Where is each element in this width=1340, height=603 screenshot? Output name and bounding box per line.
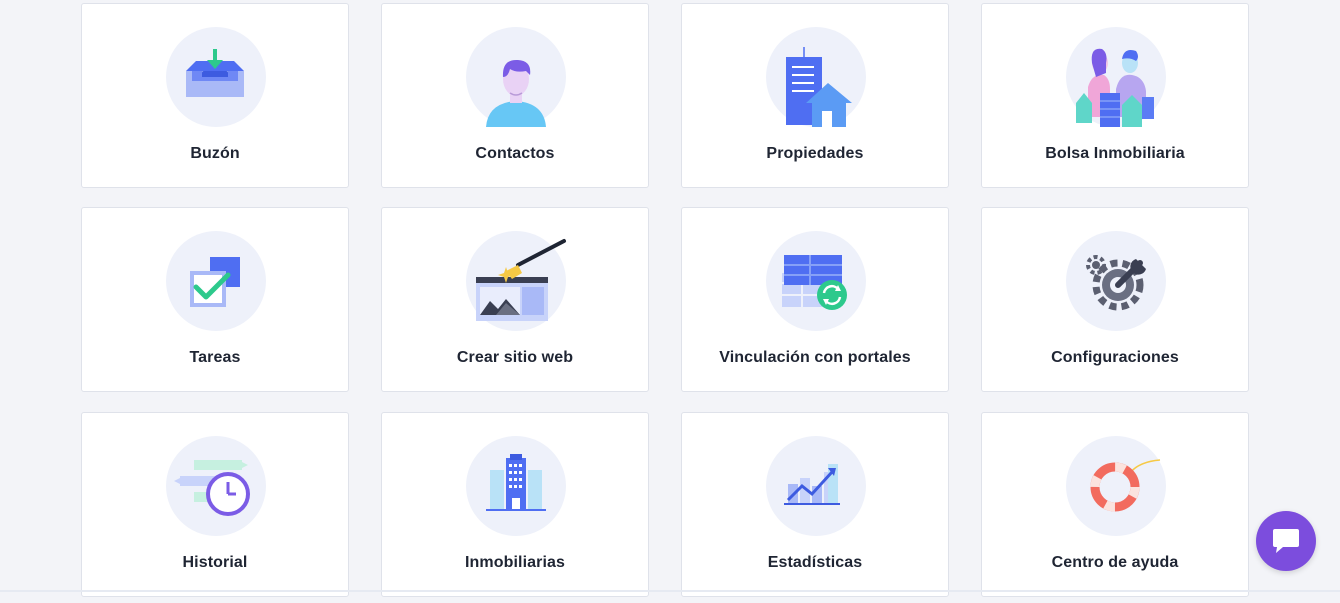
card-propiedades[interactable]: Propiedades <box>681 3 949 188</box>
modules-grid: Buzón Contactos Propiedades Bolsa Inmobi… <box>81 3 1251 603</box>
card-configuraciones[interactable]: Configuraciones <box>981 207 1249 392</box>
chat-button[interactable] <box>1256 511 1316 571</box>
card-label: Bolsa Inmobiliaria <box>1045 145 1185 162</box>
card-tareas[interactable]: Tareas <box>81 207 349 392</box>
contact-person-icon <box>466 27 566 127</box>
card-label: Centro de ayuda <box>1051 554 1179 571</box>
card-vinculacion-portales[interactable]: Vinculación con portales <box>681 207 949 392</box>
card-label: Propiedades <box>766 145 864 162</box>
card-label: Tareas <box>189 349 241 366</box>
card-contactos[interactable]: Contactos <box>381 3 649 188</box>
card-crear-sitio-web[interactable]: Crear sitio web <box>381 207 649 392</box>
card-label: Vinculación con portales <box>719 349 911 366</box>
chat-bubble-icon <box>1273 529 1299 553</box>
card-historial[interactable]: Historial <box>81 412 349 597</box>
card-estadisticas[interactable]: Estadísticas <box>681 412 949 597</box>
portals-sync-icon <box>766 231 866 331</box>
website-builder-icon <box>466 231 566 331</box>
real-estate-pool-icon <box>1066 27 1166 127</box>
card-label: Buzón <box>190 145 240 162</box>
card-label: Historial <box>182 554 248 571</box>
card-inmobiliarias[interactable]: Inmobiliarias <box>381 412 649 597</box>
card-centro-ayuda[interactable]: Centro de ayuda <box>981 412 1249 597</box>
card-bolsa-inmobiliaria[interactable]: Bolsa Inmobiliaria <box>981 3 1249 188</box>
card-label: Configuraciones <box>1051 349 1179 366</box>
agencies-building-icon <box>466 436 566 536</box>
help-lifebuoy-icon <box>1066 436 1166 536</box>
card-label: Estadísticas <box>767 554 863 571</box>
settings-gear-icon <box>1066 231 1166 331</box>
inbox-icon <box>166 27 266 127</box>
card-buzon[interactable]: Buzón <box>81 3 349 188</box>
statistics-chart-icon <box>766 436 866 536</box>
tasks-checkbox-icon <box>166 231 266 331</box>
properties-building-icon <box>766 27 866 127</box>
card-label: Inmobiliarias <box>465 554 565 571</box>
history-clock-icon <box>166 436 266 536</box>
card-label: Contactos <box>475 145 555 162</box>
card-label: Crear sitio web <box>456 349 574 366</box>
